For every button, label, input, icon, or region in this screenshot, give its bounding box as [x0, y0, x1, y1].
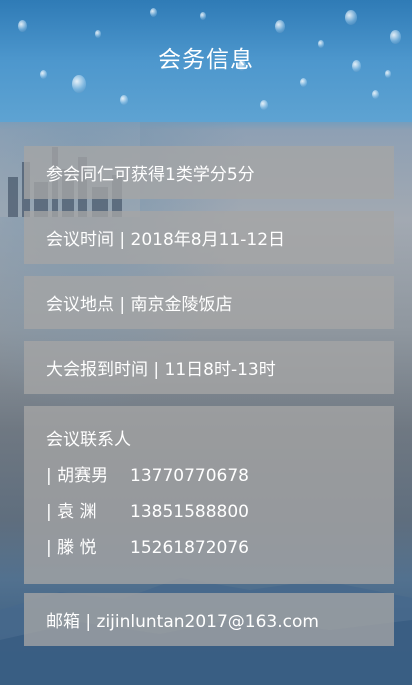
contact-name: | 胡赛男	[46, 466, 109, 486]
header-banner: 会务信息	[0, 0, 412, 122]
contact-person: | 胡赛男 13770770678	[46, 466, 394, 486]
contact-name: | 袁 渊	[46, 502, 97, 522]
email-card[interactable]: 邮箱 | zijinluntan2017@163.com	[24, 593, 394, 646]
registration-time-card: 大会报到时间 | 11日8时-13时	[24, 341, 394, 394]
contact-phone[interactable]: 15261872076	[130, 538, 249, 558]
meeting-location-card: 会议地点 | 南京金陵饭店	[24, 276, 394, 329]
info-card-list: 参会同仁可获得1类学分5分 会议时间 | 2018年8月11-12日 会议地点 …	[24, 146, 394, 646]
page-title: 会务信息	[158, 47, 254, 73]
meeting-time-card: 会议时间 | 2018年8月11-12日	[24, 211, 394, 264]
contact-person: | 袁 渊 13851588800	[46, 502, 394, 522]
contact-heading: 会议联系人	[46, 430, 131, 450]
contact-phone[interactable]: 13851588800	[130, 502, 249, 522]
contact-person: | 滕 悦 15261872076	[46, 538, 394, 558]
credit-info-card: 参会同仁可获得1类学分5分	[24, 146, 394, 199]
contact-card: 会议联系人 | 胡赛男 13770770678 | 袁 渊 1385158880…	[24, 406, 394, 584]
contact-phone[interactable]: 13770770678	[130, 466, 249, 486]
contact-name: | 滕 悦	[46, 538, 97, 558]
